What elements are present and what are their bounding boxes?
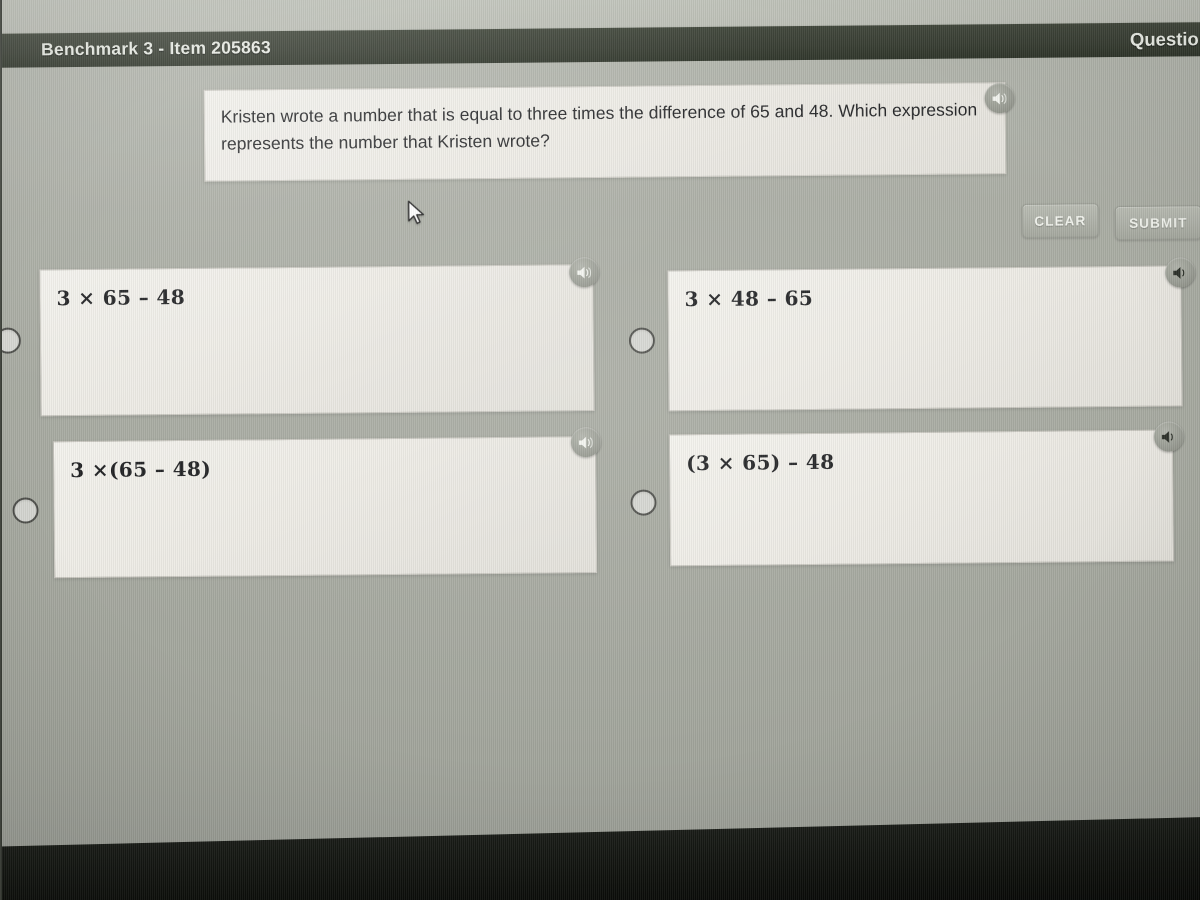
radio-button-c[interactable] xyxy=(12,497,39,524)
submit-button[interactable]: SUBMIT xyxy=(1114,205,1200,241)
screen-content: Benchmark 3 - Item 205863 Question Krist… xyxy=(0,0,1200,900)
speaker-icon-option-b[interactable] xyxy=(1165,257,1196,288)
option-card-c[interactable]: 3 ×(65 – 48) xyxy=(52,436,598,579)
page-title: Benchmark 3 - Item 205863 xyxy=(41,37,271,60)
speaker-icon-option-c[interactable] xyxy=(570,426,602,458)
option-text-c: 3 ×(65 – 48) xyxy=(70,456,212,483)
question-stem-text: Kristen wrote a number that is equal to … xyxy=(220,99,978,154)
option-card-b[interactable]: 3 × 48 – 65 xyxy=(667,265,1183,412)
radio-button-d[interactable] xyxy=(630,489,657,516)
speaker-icon-option-a[interactable] xyxy=(569,256,600,288)
radio-button-b[interactable] xyxy=(628,327,656,354)
tablet-screen-photo: Benchmark 3 - Item 205863 Question Krist… xyxy=(0,0,1200,900)
clear-button[interactable]: CLEAR xyxy=(1021,203,1099,238)
question-stem-box: Kristen wrote a number that is equal to … xyxy=(203,82,1007,182)
speaker-icon-option-d[interactable] xyxy=(1153,421,1185,452)
arrow-pointer-icon xyxy=(407,200,425,225)
option-card-a[interactable]: 3 × 65 – 48 xyxy=(39,264,595,417)
speaker-icon-question[interactable] xyxy=(984,83,1015,114)
option-text-d: (3 × 65) – 48 xyxy=(686,449,835,476)
left-bezel-edge xyxy=(0,0,2,900)
option-card-d[interactable]: (3 × 65) – 48 xyxy=(668,429,1175,567)
option-text-b: 3 × 48 – 65 xyxy=(684,285,814,312)
option-text-a: 3 × 65 – 48 xyxy=(56,284,186,311)
question-label: Question xyxy=(1129,28,1200,50)
